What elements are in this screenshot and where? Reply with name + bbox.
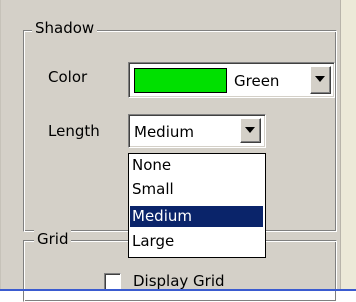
color-dropdown-button[interactable] — [310, 66, 331, 94]
option-none[interactable]: None — [130, 155, 263, 176]
shadow-group-title: Shadow — [32, 19, 98, 37]
option-medium[interactable]: Medium — [130, 206, 263, 227]
vertical-scrollbar[interactable] — [340, 0, 356, 289]
length-value: Medium — [134, 123, 194, 141]
options-panel: Shadow Color Green Length Medium Grid Di… — [0, 0, 341, 302]
option-large[interactable]: Large — [130, 231, 263, 252]
color-label: Color — [48, 68, 88, 86]
color-combobox[interactable]: Green — [128, 62, 335, 98]
color-swatch — [134, 68, 227, 93]
option-small[interactable]: Small — [130, 179, 263, 200]
window-bottom-border — [0, 289, 356, 291]
length-combobox[interactable]: Medium — [128, 114, 266, 148]
grid-group-title: Grid — [34, 230, 72, 248]
display-grid-checkbox[interactable] — [104, 273, 121, 290]
length-dropdown-button[interactable] — [240, 118, 261, 143]
display-grid-label: Display Grid — [133, 272, 225, 290]
chevron-down-icon — [245, 127, 255, 133]
chevron-down-icon — [315, 76, 325, 82]
length-label: Length — [48, 122, 100, 140]
length-dropdown-list[interactable]: None Small Medium Large — [128, 153, 266, 258]
color-value: Green — [234, 72, 280, 90]
